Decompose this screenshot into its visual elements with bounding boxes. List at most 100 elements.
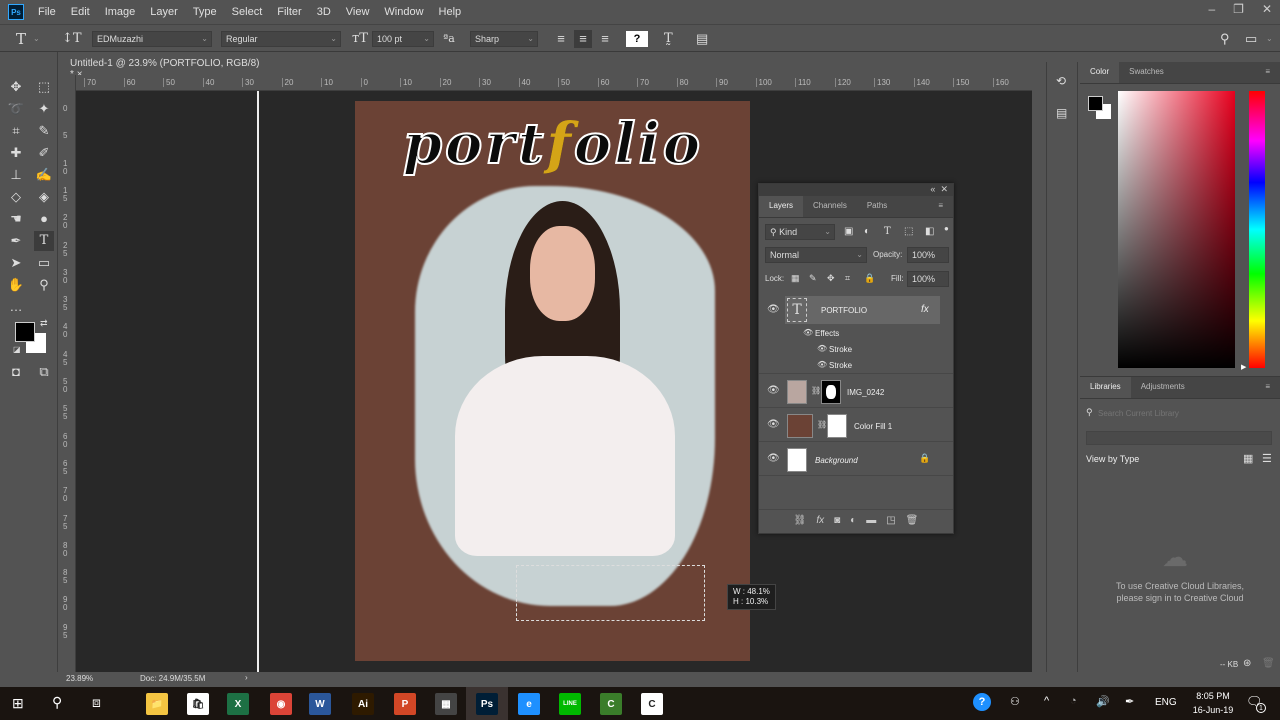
taskbar-app-excel[interactable]: X <box>227 693 249 715</box>
font-family-select[interactable]: EDMuzazhi ⌄ <box>92 31 212 47</box>
taskbar-app-file-explorer[interactable]: 📁 <box>146 693 168 715</box>
more-tools-icon[interactable]: … <box>6 297 26 317</box>
menu-layer[interactable]: Layer <box>150 6 178 18</box>
pen-tool-icon[interactable]: ✒ <box>6 231 26 251</box>
tab-layers[interactable]: Layers <box>759 196 804 217</box>
menu-filter[interactable]: Filter <box>277 6 301 18</box>
align-left-icon[interactable]: ≡ <box>553 30 569 48</box>
panel-menu-icon[interactable]: ≡ <box>1255 377 1280 398</box>
effect-stroke[interactable]: Stroke <box>829 361 852 370</box>
foreground-color-swatch[interactable] <box>15 322 35 342</box>
portfolio-title-text[interactable]: portfolio <box>383 110 723 178</box>
status-menu-arrow-icon[interactable]: › <box>245 673 248 682</box>
chevron-down-icon[interactable]: ⌄ <box>1266 30 1273 48</box>
lasso-tool-icon[interactable]: ➰ <box>6 99 26 119</box>
tab-channels[interactable]: Channels <box>803 196 857 217</box>
filter-toggle-icon[interactable]: ● <box>944 224 949 233</box>
taskbar-app-camtasia-recorder[interactable]: C <box>641 693 663 715</box>
vertical-ruler[interactable]: 0 5 10 15 20 25 30 35 40 45 50 55 60 65 70 75 80 85 90 95 <box>60 75 76 672</box>
quick-mask-icon[interactable]: ◘ <box>6 362 26 382</box>
link-layers-icon[interactable]: ⛓ <box>794 510 807 531</box>
panel-menu-icon[interactable]: ≡ <box>1255 62 1280 83</box>
blur-tool-icon[interactable]: ☚ <box>6 209 26 229</box>
filter-smart-object-icon[interactable]: ◧ <box>925 226 934 237</box>
menu-select[interactable]: Select <box>232 6 263 18</box>
blend-mode-select[interactable]: Normal ⌄ <box>765 247 867 263</box>
sync-icon[interactable]: ⊛ <box>1243 658 1251 669</box>
people-icon[interactable]: ⚇ <box>1010 695 1020 708</box>
taskbar-app-word[interactable]: W <box>309 693 331 715</box>
volume-icon[interactable]: 🔊 <box>1096 695 1110 708</box>
chevron-down-icon[interactable]: ⌄ <box>33 30 40 48</box>
zoom-level[interactable]: 23.89% <box>66 674 93 683</box>
layer-mask-thumbnail[interactable] <box>827 414 847 438</box>
screen-mode-icon[interactable]: ⧉ <box>34 362 54 382</box>
healing-brush-tool-icon[interactable]: ✚ <box>6 143 26 163</box>
swap-colors-icon[interactable]: ⇄ <box>40 318 48 329</box>
collapse-icon[interactable]: « <box>930 184 935 194</box>
selection-marquee[interactable] <box>516 565 705 621</box>
layer-row-img[interactable]: 👁 ⛓ IMG_0242 <box>759 376 953 408</box>
pen-icon[interactable]: ✒ <box>1125 695 1134 708</box>
tab-adjustments[interactable]: Adjustments <box>1131 377 1195 398</box>
default-colors-icon[interactable]: ◪ <box>13 345 21 354</box>
layer-name[interactable]: Color Fill 1 <box>854 422 892 431</box>
new-adjustment-icon[interactable]: ◐ <box>850 510 856 531</box>
opacity-input[interactable]: 100% <box>907 247 949 263</box>
text-color-swatch[interactable]: ? <box>626 31 648 47</box>
clock[interactable]: 8:05 PM 16-Jun-19 <box>1186 689 1240 717</box>
new-group-icon[interactable]: ▬ <box>866 510 876 531</box>
canvas[interactable]: portfolio <box>355 101 750 661</box>
visibility-eye-icon[interactable]: 👁 <box>767 304 780 315</box>
font-style-select[interactable]: Regular ⌄ <box>221 31 341 47</box>
hand-tool-icon[interactable]: ✋ <box>6 275 26 295</box>
grid-view-icon[interactable]: ▦ <box>1243 452 1253 465</box>
menu-type[interactable]: Type <box>193 6 217 18</box>
taskbar-app-calculator[interactable]: ▦ <box>435 693 457 715</box>
close-panel-icon[interactable]: ✕ <box>940 184 948 194</box>
view-by-type-select[interactable]: View by Type <box>1086 454 1139 464</box>
warp-text-icon[interactable]: T̰ <box>664 30 673 48</box>
new-layer-icon[interactable]: ◳ <box>886 510 895 531</box>
taskbar-app-camtasia[interactable]: C <box>600 693 622 715</box>
add-mask-icon[interactable]: ◙ <box>834 510 840 531</box>
panel-menu-icon[interactable]: ≡ <box>928 196 953 217</box>
tab-libraries[interactable]: Libraries <box>1080 377 1131 398</box>
paint-bucket-tool-icon[interactable]: ◈ <box>34 187 54 207</box>
delete-icon[interactable]: 🗑 <box>1262 658 1275 669</box>
menu-edit[interactable]: Edit <box>71 6 90 18</box>
layer-name[interactable]: PORTFOLIO <box>821 306 867 315</box>
saturation-value-picker[interactable] <box>1118 91 1235 368</box>
delete-layer-icon[interactable]: 🗑 <box>906 510 919 531</box>
menu-3d[interactable]: 3D <box>317 6 331 18</box>
visibility-eye-icon[interactable]: 👁 <box>767 419 780 430</box>
properties-panel-icon[interactable]: ▤ <box>1056 106 1067 120</box>
filter-pixel-icon[interactable]: ▣ <box>844 226 853 237</box>
tab-color[interactable]: Color <box>1080 62 1120 83</box>
align-center-icon[interactable]: ≡ <box>574 30 592 48</box>
align-right-icon[interactable]: ≡ <box>597 30 613 48</box>
taskbar-app-powerpoint[interactable]: P <box>394 693 416 715</box>
move-tool-icon[interactable]: ✥ <box>6 77 26 97</box>
hue-slider-handle[interactable]: ▶ <box>1241 363 1246 371</box>
history-brush-tool-icon[interactable]: ✍ <box>34 165 54 185</box>
stroke-visibility-icon[interactable]: 👁 <box>817 360 827 369</box>
horizontal-ruler[interactable]: 70 60 50 40 30 20 10 0 10 20 30 40 50 60 70 80 90 100 110 1… <box>60 75 1032 91</box>
clone-stamp-tool-icon[interactable]: ⊥ <box>6 165 26 185</box>
effects-visibility-icon[interactable]: 👁 <box>803 328 813 337</box>
lock-position-icon[interactable]: ✥ <box>827 273 835 284</box>
add-style-icon[interactable]: fx <box>816 510 824 531</box>
marquee-tool-icon[interactable]: ⬚ <box>34 77 54 97</box>
foreground-color-swatch[interactable] <box>1088 96 1103 111</box>
filter-kind-select[interactable]: ⚲ Kind ⌄ <box>765 224 835 240</box>
filter-type-icon[interactable]: T <box>884 226 891 237</box>
list-view-icon[interactable]: ☰ <box>1262 452 1272 465</box>
layer-name[interactable]: IMG_0242 <box>847 388 884 397</box>
tab-paths[interactable]: Paths <box>857 196 897 217</box>
close-window-button[interactable]: ✕ <box>1262 2 1272 16</box>
library-select[interactable] <box>1086 431 1272 445</box>
windows-start-icon[interactable]: ⊞ <box>12 695 24 712</box>
library-search-input[interactable] <box>1098 405 1274 421</box>
font-size-select[interactable]: 100 pt ⌄ <box>372 31 434 47</box>
taskbar-app-photoshop[interactable]: Ps <box>476 693 498 715</box>
